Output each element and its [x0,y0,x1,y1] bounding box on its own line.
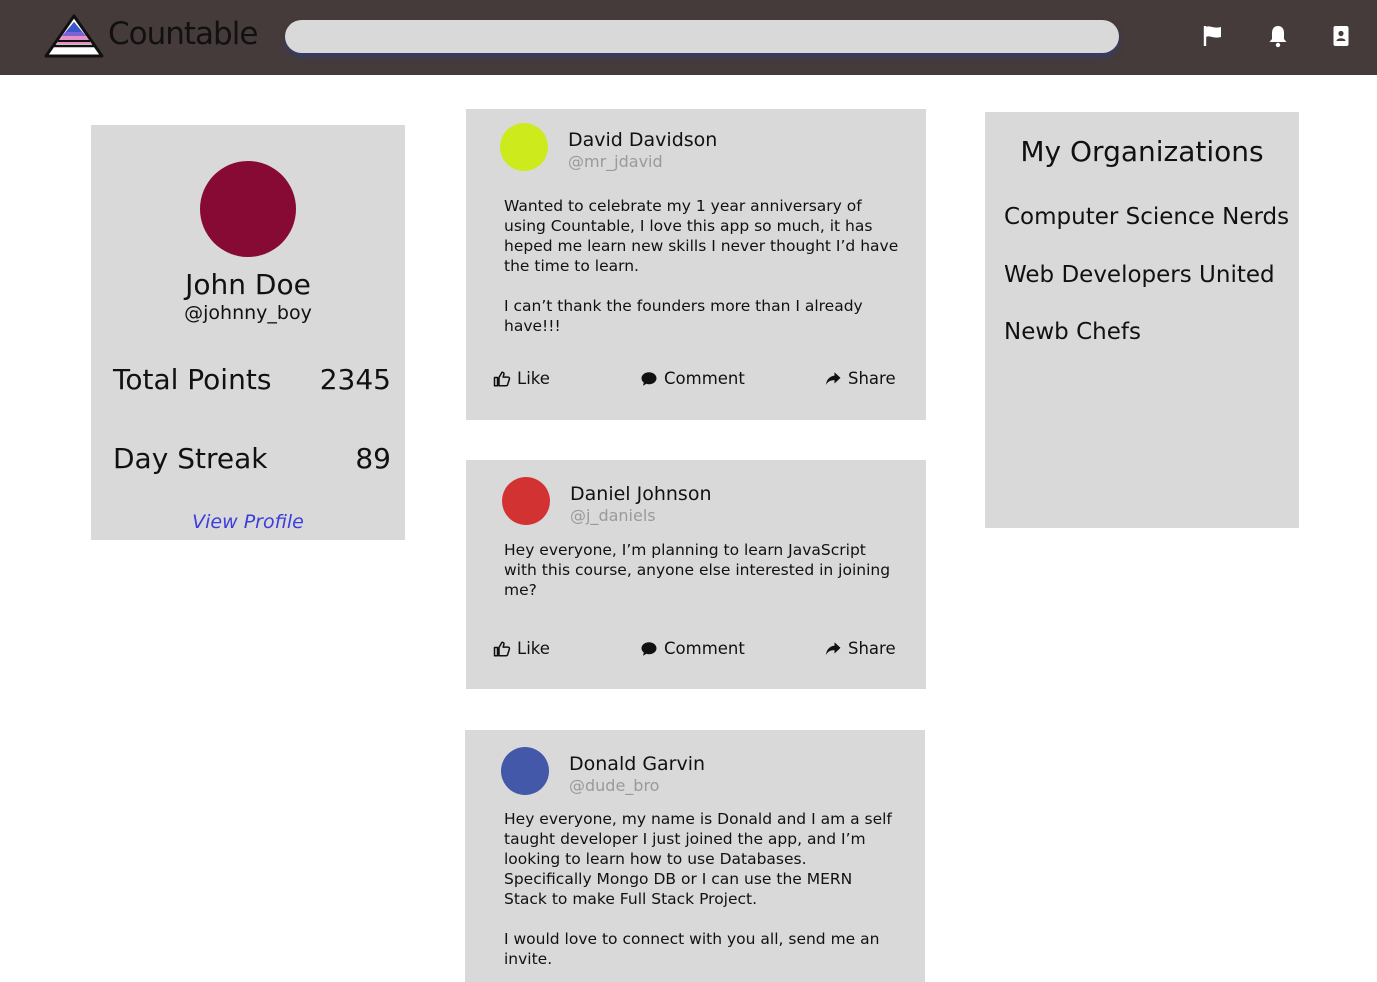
share-button[interactable]: Share [824,639,896,658]
share-button[interactable]: Share [824,369,896,388]
share-label: Share [848,369,896,388]
avatar[interactable] [502,477,550,525]
like-button[interactable]: Like [493,639,550,658]
contact-book-icon[interactable] [1329,24,1353,48]
post-author-handle: @dude_bro [569,776,660,795]
day-streak-value: 89 [355,442,391,475]
comment-button[interactable]: Comment [640,639,745,658]
avatar[interactable] [200,161,296,257]
thumbs-up-icon [493,640,511,658]
top-nav-bar: Countable [0,0,1377,75]
avatar[interactable] [501,747,549,795]
chat-bubble-icon [640,370,658,388]
share-label: Share [848,639,896,658]
organization-item[interactable]: Newb Chefs [1004,319,1141,345]
thumbs-up-icon [493,370,511,388]
avatar[interactable] [500,123,548,171]
post-author-name[interactable]: David Davidson [568,129,717,151]
like-button[interactable]: Like [493,369,550,388]
post-actions: Like Comment Share [466,639,926,663]
total-points-label: Total Points [113,363,272,396]
search-input[interactable] [285,20,1119,53]
post-body: Hey everyone, my name is Donald and I am… [504,810,892,968]
organizations-card: My Organizations Computer Science Nerds … [985,112,1299,528]
comment-label: Comment [664,369,745,388]
total-points-value: 2345 [319,363,391,396]
brand-name[interactable]: Countable [108,16,258,52]
post-author-name[interactable]: Donald Garvin [569,753,705,775]
post-actions: Like Comment Share [466,369,926,393]
comment-label: Comment [664,639,745,658]
share-arrow-icon [824,370,842,388]
flag-icon[interactable] [1201,24,1225,48]
chat-bubble-icon [640,640,658,658]
countable-logo-icon[interactable] [44,14,104,58]
profile-card: John Doe @johnny_boy Total Points 2345 D… [91,125,405,540]
bell-icon[interactable] [1266,24,1290,48]
post-author-handle: @mr_jdavid [568,152,663,171]
post-author-name[interactable]: Daniel Johnson [570,483,711,505]
post-body: Hey everyone, I’m planning to learn Java… [504,541,891,599]
post-author-handle: @j_daniels [570,506,656,525]
post-card: Daniel Johnson @j_daniels Hey everyone, … [466,460,926,689]
post-card: Donald Garvin @dude_bro Hey everyone, my… [465,730,925,982]
organization-item[interactable]: Computer Science Nerds [1004,204,1289,230]
profile-handle: @johnny_boy [184,302,312,324]
like-label: Like [517,369,550,388]
like-label: Like [517,639,550,658]
organization-item[interactable]: Web Developers United [1004,262,1275,288]
post-body: Wanted to celebrate my 1 year anniversar… [504,197,899,335]
day-streak-label: Day Streak [113,442,268,475]
share-arrow-icon [824,640,842,658]
profile-name: John Doe [185,268,311,301]
organizations-title: My Organizations [1020,135,1264,168]
view-profile-link[interactable]: View Profile [91,511,405,533]
comment-button[interactable]: Comment [640,369,745,388]
post-card: David Davidson @mr_jdavid Wanted to cele… [466,109,926,420]
